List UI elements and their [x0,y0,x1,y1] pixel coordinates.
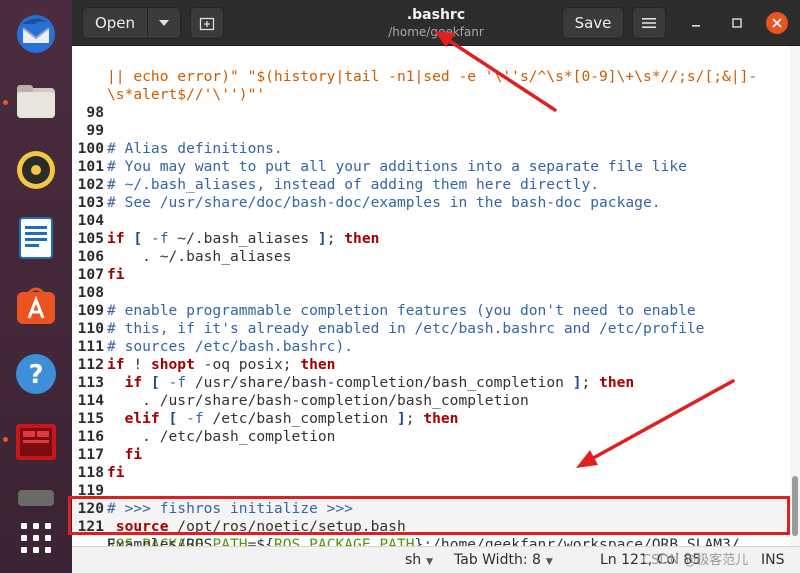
arrow-to-title-icon [434,31,557,112]
arrow-to-line-121-icon [576,379,735,468]
watermark: CSDN @极客范儿 [642,553,749,568]
arrow-annotations [434,31,735,468]
